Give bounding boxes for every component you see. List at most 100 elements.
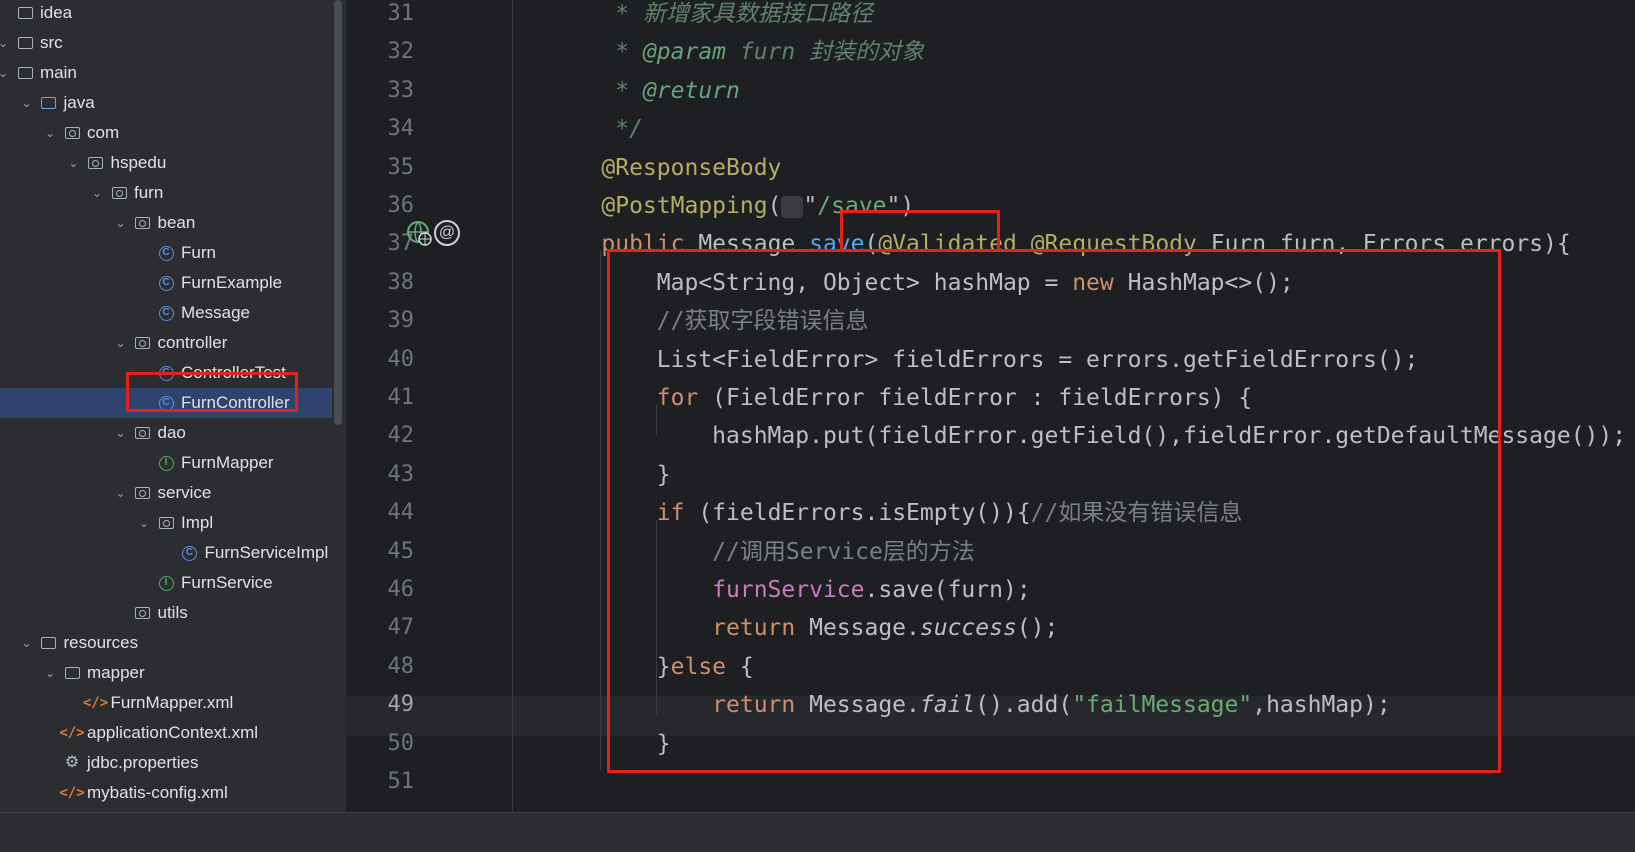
code-line[interactable]: 50 } (346, 724, 1635, 764)
line-number: 42 (387, 423, 415, 449)
indent-guide (600, 250, 601, 770)
web-endpoint-gutter-icon[interactable] (406, 220, 432, 246)
tree-item-controllertest[interactable]: C ControllerTest (0, 358, 346, 388)
code-line[interactable]: 42 hashMap.put(fieldError.getField(),fie… (346, 416, 1635, 456)
code-line[interactable]: 32 * @param furn 封装的对象 (346, 32, 1635, 72)
tree-item-idea[interactable]: idea (0, 0, 346, 28)
code-token: (FieldError fieldError : fieldErrors) { (698, 385, 1253, 411)
code-line[interactable]: 40 List<FieldError> fieldErrors = errors… (346, 340, 1635, 380)
chevron-down-icon[interactable]: ⌄ (114, 328, 128, 358)
chevron-down-icon[interactable]: ⌄ (90, 178, 104, 208)
package-icon (157, 508, 175, 538)
code-line[interactable]: 41 for (FieldError fieldError : fieldErr… (346, 378, 1635, 418)
indent-guide (656, 405, 657, 435)
code-line[interactable]: 46 furnService.save(furn); (346, 570, 1635, 610)
tree-item-label: resources (63, 633, 139, 652)
line-number: 35 (387, 154, 415, 180)
tree-item-service[interactable]: ⌄ service (0, 478, 346, 508)
tree-item-com[interactable]: ⌄ com (0, 118, 346, 148)
project-tree-scrollbar[interactable] (334, 0, 342, 425)
chevron-down-icon[interactable]: ⌄ (114, 478, 128, 508)
chevron-down-icon[interactable]: ⌄ (43, 118, 57, 148)
tree-item-applicationcontext-xml[interactable]: </> applicationContext.xml (0, 718, 346, 748)
code-token: new (1072, 269, 1114, 296)
tree-item-main[interactable]: ⌄ main (0, 58, 346, 88)
tree-item-mapper[interactable]: ⌄ mapper (0, 658, 346, 688)
code-token: */ (546, 116, 643, 143)
tree-item-label: FurnServiceImpl (204, 543, 329, 562)
tree-item-utils[interactable]: utils (0, 598, 346, 628)
tree-item-message[interactable]: C Message (0, 298, 346, 328)
code-line[interactable]: 48 }else { (346, 647, 1635, 687)
code-token: //如果没有错误信息 (1030, 500, 1243, 527)
tree-item-label: jdbc.properties (87, 753, 199, 772)
tree-item-label: Message (181, 303, 250, 322)
code-token: furn 封装的对象 (726, 39, 925, 66)
tree-item-furn[interactable]: ⌄ furn (0, 178, 346, 208)
chevron-down-icon[interactable]: ⌄ (0, 58, 10, 88)
chevron-down-icon[interactable]: ⌄ (137, 508, 151, 538)
code-line[interactable]: 39 //获取字段错误信息 (346, 301, 1635, 341)
chevron-down-icon[interactable]: ⌄ (20, 88, 34, 118)
line-number: 43 (387, 461, 415, 487)
code-line[interactable]: 34 */ (346, 109, 1635, 149)
tree-item-furncontroller[interactable]: C FurnController (0, 388, 346, 418)
code-line[interactable]: 36 @PostMapping("/save") (346, 186, 1635, 226)
tree-item-impl[interactable]: ⌄ Impl (0, 508, 346, 538)
line-number: 46 (387, 577, 415, 602)
chevron-down-icon[interactable]: ⌄ (0, 28, 10, 58)
code-line[interactable]: 38 Map<String, Object> hashMap = new Has… (346, 263, 1635, 303)
package-icon (134, 478, 152, 508)
chevron-down-icon[interactable]: ⌄ (67, 148, 81, 178)
chevron-down-icon[interactable]: ⌄ (114, 208, 128, 238)
endpoint-inlay-globe-icon[interactable] (781, 195, 804, 218)
tree-item-furnmapper[interactable]: I FurnMapper (0, 448, 346, 478)
code-line[interactable]: 37 public Message save(@Validated @Reque… (346, 224, 1635, 264)
code-token: @ResponseBody (546, 154, 782, 181)
line-number: 38 (387, 269, 415, 295)
tree-item-bean[interactable]: ⌄ bean (0, 208, 346, 238)
code-token: { (726, 653, 754, 680)
code-token: ,hashMap); (1252, 692, 1391, 719)
indent-guide (656, 520, 657, 695)
tree-item-controller[interactable]: ⌄ controller (0, 328, 346, 358)
code-line[interactable]: 47 return Message.success(); (346, 608, 1635, 648)
code-token: fail (919, 692, 976, 719)
tree-item-dao[interactable]: ⌄ dao (0, 418, 346, 448)
code-line[interactable]: 45 //调用Service层的方法 (346, 532, 1635, 572)
tree-item-furn[interactable]: C Furn (0, 238, 346, 268)
code-line[interactable]: 49 return Message.fail().add("failMessag… (346, 685, 1635, 725)
tree-item-java[interactable]: ⌄ java (0, 88, 346, 118)
tree-item-furnservice[interactable]: I FurnService (0, 568, 346, 598)
code-editor[interactable]: 31 * 新增家具数据接口路径 32 * @param furn 封装的对象 33 … (346, 0, 1635, 812)
annotation-gutter-icon[interactable]: @ (434, 220, 460, 246)
code-token: @PostMapping (546, 193, 768, 219)
tree-item-resources[interactable]: ⌄ resources (0, 628, 346, 658)
code-line[interactable]: 35 @ResponseBody (346, 148, 1635, 188)
code-line[interactable]: 33 * @return (346, 71, 1635, 111)
code-line[interactable]: 44 if (fieldErrors.isEmpty()){//如果没有错误信息 (346, 493, 1635, 533)
tree-item-mybatis-config-xml[interactable]: </> mybatis-config.xml (0, 778, 346, 808)
code-token: ( (864, 231, 879, 258)
line-number: 41 (387, 385, 415, 410)
tree-item-src[interactable]: ⌄ src (0, 28, 346, 58)
chevron-down-icon[interactable]: ⌄ (114, 418, 128, 448)
code-token: 新增家具数据接口路径 (642, 1, 873, 27)
code-line[interactable]: 51 (346, 762, 1635, 802)
code-line[interactable]: 31 * 新增家具数据接口路径 (346, 0, 1635, 34)
line-number: 36 (387, 193, 415, 218)
class-icon: C (157, 358, 175, 388)
chevron-down-icon[interactable]: ⌄ (20, 628, 34, 658)
chevron-down-icon[interactable]: ⌄ (43, 658, 57, 688)
tree-item-furnexample[interactable]: C FurnExample (0, 268, 346, 298)
source-folder-icon (40, 88, 58, 118)
code-token: Message (698, 231, 810, 258)
tree-item-furnmapper-xml[interactable]: </> FurnMapper.xml (0, 688, 346, 718)
line-number: 44 (387, 500, 415, 526)
tree-item-furnserviceimpl[interactable]: C FurnServiceImpl (0, 538, 346, 568)
code-token: ") (886, 193, 915, 219)
tree-item-jdbc-properties[interactable]: ⚙ jdbc.properties (0, 748, 346, 778)
code-line[interactable]: 43 } (346, 455, 1635, 495)
tree-item-hspedu[interactable]: ⌄ hspedu (0, 148, 346, 178)
